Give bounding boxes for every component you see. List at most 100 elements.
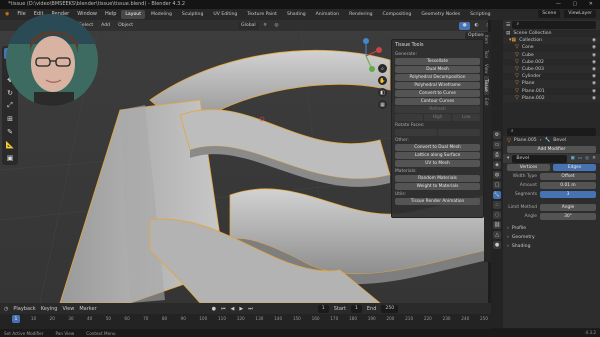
workspace-tab-compositing[interactable]: Compositing — [379, 10, 416, 19]
outliner-item[interactable]: ▽ Cube.003 ◉ — [503, 65, 600, 74]
end-frame-field[interactable]: 250 — [381, 304, 399, 313]
sidebar-tab-item[interactable]: Item — [484, 32, 489, 47]
render-properties-icon[interactable]: ▭ — [493, 141, 501, 149]
workspace-tab-rendering[interactable]: Rendering — [345, 10, 376, 19]
edges-toggle[interactable]: Edges — [553, 164, 596, 171]
close-icon[interactable]: ✕ — [592, 156, 596, 161]
limit-method-dropdown[interactable]: Angle — [540, 204, 596, 211]
visibility-eye-icon[interactable]: ◉ — [592, 44, 596, 51]
workspace-tab-scripting[interactable]: Scripting — [466, 10, 494, 19]
workspace-tab-layout[interactable]: Layout — [121, 10, 145, 19]
material-properties-icon[interactable]: ● — [493, 241, 501, 249]
dual-mesh-button[interactable]: Dual Mesh — [395, 66, 480, 73]
play-reverse-icon[interactable]: ◀ — [231, 306, 235, 312]
workspace-tab-uv-editing[interactable]: UV Editing — [209, 10, 241, 19]
transform-orientation-dropdown[interactable]: Global — [238, 21, 259, 30]
record-icon[interactable]: ● — [212, 306, 216, 312]
rotate-right-button[interactable] — [438, 129, 480, 136]
tool-properties-icon[interactable]: ⚙ — [493, 131, 501, 139]
refresh-button[interactable]: Refresh — [395, 106, 480, 113]
edit-mode-toggle-icon[interactable]: ▣ — [570, 156, 574, 161]
outliner-search-input[interactable]: ⌕ — [512, 21, 596, 29]
play-icon[interactable]: ▶ — [239, 306, 243, 312]
profile-subpanel[interactable]: › Profile — [503, 224, 600, 233]
visibility-eye-icon[interactable]: ◉ — [592, 66, 596, 73]
workspace-tab-geometry-nodes[interactable]: Geometry Nodes — [417, 10, 464, 19]
properties-search-input[interactable]: ⌕ — [507, 128, 596, 136]
shading-subpanel[interactable]: › Shading — [503, 242, 600, 251]
workspace-tab-modeling[interactable]: Modeling — [147, 10, 176, 19]
transform-tool-icon[interactable]: ⊞ — [4, 113, 16, 124]
render-toggle-icon[interactable]: ◎ — [585, 156, 589, 161]
workspace-tab-texture-paint[interactable]: Texture Paint — [243, 10, 281, 19]
add-cube-tool-icon[interactable]: ▣ — [4, 152, 16, 163]
vertices-toggle[interactable]: Vertices — [507, 164, 550, 171]
workspace-tab-shading[interactable]: Shading — [283, 10, 310, 19]
data-properties-icon[interactable]: △ — [493, 231, 501, 239]
visibility-eye-icon[interactable]: ◉ — [592, 37, 596, 44]
object-properties-icon[interactable]: ▢ — [493, 181, 501, 189]
sidebar-tab-view[interactable]: View — [484, 61, 489, 77]
workspace-tab-sculpting[interactable]: Sculpting — [178, 10, 207, 19]
polyhedral-wireframe-button[interactable]: Polyhedral Wireframe — [395, 82, 480, 89]
contour-curves-button[interactable]: Contour Curves — [395, 98, 480, 105]
lattice-along-surface-button[interactable]: Lattice along Surface — [395, 152, 480, 159]
jump-start-icon[interactable]: ⏮ — [221, 306, 226, 312]
outliner-item[interactable]: ▽ Plane.002 ◉ — [503, 94, 600, 102]
filter-icon[interactable]: ☰ — [506, 22, 510, 28]
perspective-toggle-icon[interactable]: ▦ — [378, 100, 387, 109]
blender-logo-icon[interactable]: ◉ — [2, 9, 12, 20]
low-button[interactable]: Low — [452, 114, 481, 121]
world-properties-icon[interactable]: ◍ — [493, 171, 501, 179]
outliner-item[interactable]: ▽ Cube.002 ◉ — [503, 59, 600, 66]
rotate-tool-icon[interactable]: ↻ — [4, 87, 16, 98]
visibility-eye-icon[interactable]: ◉ — [592, 52, 596, 59]
tessellate-button[interactable]: Tessellate — [395, 58, 480, 65]
high-button[interactable]: High — [423, 114, 452, 121]
output-properties-icon[interactable]: ⎙ — [493, 151, 501, 159]
shading-solid-icon[interactable]: ● — [459, 21, 470, 30]
visibility-eye-icon[interactable]: ◉ — [592, 59, 596, 66]
physics-properties-icon[interactable]: ◌ — [493, 211, 501, 219]
menu-help[interactable]: Help — [102, 9, 119, 20]
convert-to-dual-mesh-button[interactable]: Convert to Dual Mesh — [395, 144, 480, 151]
menu-playback[interactable]: Playback — [13, 306, 35, 312]
sidebar-tab-tissue[interactable]: Tissue — [484, 76, 489, 95]
width-type-dropdown[interactable]: Offset — [540, 173, 596, 180]
outliner-item[interactable]: ▽ Plane.001 ◉ — [503, 88, 600, 95]
visibility-eye-icon[interactable]: ◉ — [592, 80, 596, 87]
outliner-scene-collection[interactable]: ▤ Scene Collection — [503, 30, 600, 37]
collapse-chevron-icon[interactable]: ▾ — [507, 156, 509, 161]
viewport-toggle-icon[interactable]: ▭ — [578, 156, 582, 161]
uv-to-mesh-button[interactable]: UV to Mesh — [395, 160, 480, 167]
menu-keying[interactable]: Keying — [41, 306, 58, 312]
random-materials-button[interactable]: Random Materials — [395, 175, 480, 182]
outliner-item-collection[interactable]: ▾▦ Collection ◉ — [503, 37, 600, 45]
annotate-tool-icon[interactable]: ✎ — [4, 126, 16, 137]
menu-window[interactable]: Window — [74, 9, 100, 20]
outliner-item[interactable]: ▽ Plane ◉ — [503, 80, 600, 88]
timeline-ruler[interactable]: 1102030405060708090100110120130140150160… — [0, 315, 491, 323]
playhead[interactable]: 1 — [12, 315, 20, 323]
visibility-eye-icon[interactable]: ◉ — [592, 95, 596, 102]
current-frame-field[interactable]: 1 — [317, 304, 329, 313]
sidebar-tab-tool[interactable]: Tool — [484, 47, 489, 61]
workspace-tab-animation[interactable]: Animation — [312, 10, 343, 19]
refresh-extra-button[interactable] — [395, 114, 423, 121]
scale-tool-icon[interactable]: ⤢ — [4, 100, 16, 111]
menu-object[interactable]: Object — [115, 22, 136, 30]
outliner-item[interactable]: ▽ Cylinder ◉ — [503, 73, 600, 80]
shading-material-icon[interactable]: ◐ — [472, 22, 482, 30]
visibility-eye-icon[interactable]: ◉ — [592, 88, 596, 95]
amount-field[interactable]: 0.01 m — [540, 182, 596, 189]
measure-tool-icon[interactable]: 📐 — [4, 139, 16, 150]
menu-file[interactable]: File — [14, 9, 28, 20]
angle-field[interactable]: 30° — [540, 213, 596, 220]
add-modifier-button[interactable]: Add Modifier — [507, 146, 596, 153]
view-layer-selector[interactable]: ViewLayer — [564, 10, 596, 18]
polyhedral-decomposition-button[interactable]: Polyhedral Decomposition — [395, 74, 480, 81]
scene-selector[interactable]: Scene — [538, 10, 561, 18]
modifier-name-field[interactable]: Bevel — [512, 154, 568, 163]
convert-to-curve-button[interactable]: Convert to Curve — [395, 90, 480, 97]
snap-icon[interactable]: ⌾ — [261, 22, 270, 30]
